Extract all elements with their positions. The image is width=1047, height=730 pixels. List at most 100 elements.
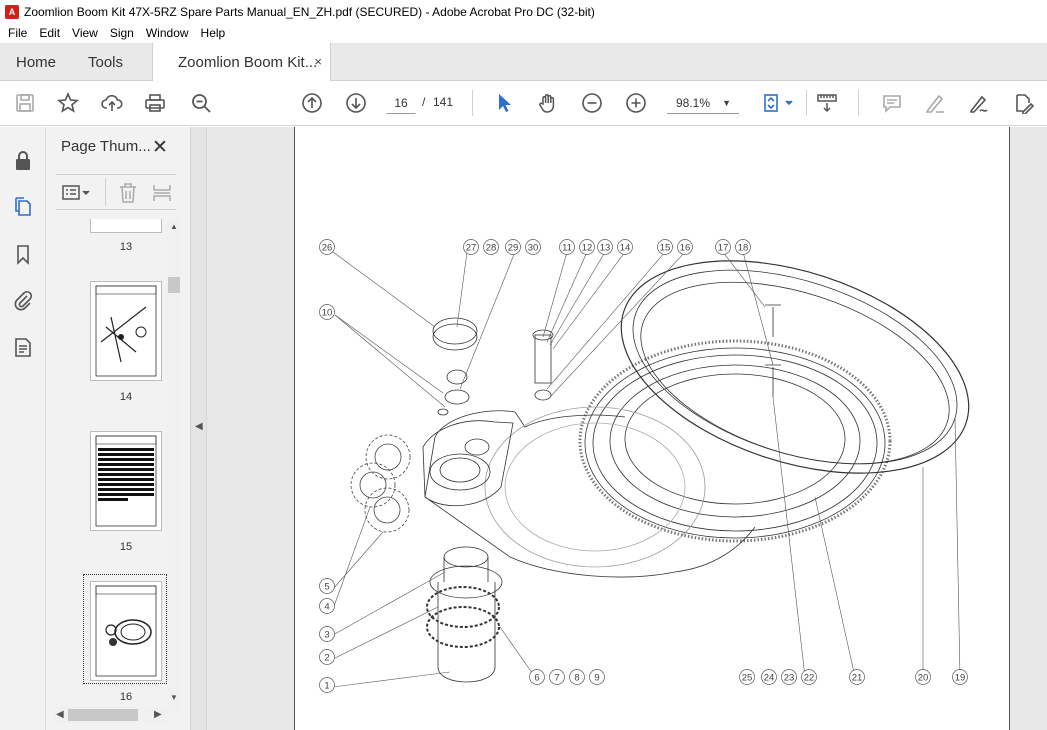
fit-page-icon[interactable]	[760, 90, 796, 116]
bookmark-star-icon[interactable]	[55, 90, 81, 116]
menu-window[interactable]: Window	[140, 26, 195, 40]
zoom-level-select[interactable]: 98.1% ▼	[667, 92, 739, 114]
svg-text:19: 19	[955, 673, 966, 684]
part-callout-18: 18	[735, 239, 751, 255]
part-callout-19: 19	[952, 669, 968, 685]
page-thumbnails-icon[interactable]	[10, 193, 36, 219]
svg-text:23: 23	[784, 673, 795, 684]
scroll-down-icon[interactable]: ▼	[170, 693, 178, 702]
previous-page-icon[interactable]	[299, 90, 325, 116]
tab-tools[interactable]: Tools	[88, 43, 123, 81]
search-zoom-icon[interactable]	[188, 90, 214, 116]
collapse-panel-icon[interactable]: ◀	[195, 421, 203, 432]
svg-text:30: 30	[528, 243, 539, 254]
attachment-icon[interactable]	[10, 287, 36, 313]
svg-text:21: 21	[852, 673, 863, 684]
scroll-mode-icon[interactable]	[814, 90, 840, 116]
svg-text:2: 2	[324, 653, 329, 664]
svg-text:22: 22	[804, 673, 815, 684]
toolbar-divider	[858, 90, 859, 116]
menu-view[interactable]: View	[66, 26, 104, 40]
part-callout-24: 24	[761, 669, 777, 685]
comment-icon[interactable]	[879, 90, 905, 116]
page-thumbnail-14[interactable]	[90, 281, 162, 381]
tab-bar: Home Tools Zoomlion Boom Kit... ×	[0, 43, 1047, 82]
svg-text:3: 3	[324, 630, 329, 641]
scroll-right-icon[interactable]: ▶	[154, 709, 162, 720]
part-callout-2: 2	[319, 649, 335, 665]
part-callout-13: 13	[597, 239, 613, 255]
part-callout-6: 6	[529, 669, 545, 685]
tab-document-label: Zoomlion Boom Kit...	[178, 54, 318, 71]
scroll-left-icon[interactable]: ◀	[56, 709, 64, 720]
panel-collapse-strip[interactable]: ◀	[190, 127, 207, 730]
svg-text:1: 1	[324, 681, 329, 692]
next-page-icon[interactable]	[343, 90, 369, 116]
hand-tool-icon[interactable]	[535, 90, 561, 116]
thumbnail-vertical-scrollbar[interactable]: ▲ ▼	[167, 219, 181, 711]
menu-sign[interactable]: Sign	[104, 26, 140, 40]
panel-title: Page Thum...	[61, 138, 151, 155]
zoom-in-icon[interactable]	[623, 90, 649, 116]
part-callout-9: 9	[589, 669, 605, 685]
highlight-pen-icon[interactable]	[922, 90, 948, 116]
print-icon[interactable]	[142, 90, 168, 116]
page-thumbnail-15[interactable]	[90, 431, 162, 531]
zoom-level-value: 98.1%	[676, 96, 711, 110]
menu-bar: File Edit View Sign Window Help	[0, 23, 1047, 43]
save-icon[interactable]	[12, 90, 38, 116]
tab-document[interactable]: Zoomlion Boom Kit... ×	[152, 43, 331, 82]
thumbnail-label: 16	[119, 691, 133, 703]
acrobat-app-icon: A	[5, 4, 19, 19]
navigation-rail	[0, 127, 46, 730]
close-panel-icon[interactable]: ✕	[152, 136, 168, 159]
page-thumbnail-13[interactable]	[90, 219, 162, 233]
part-callout-10: 10	[319, 304, 335, 320]
svg-text:27: 27	[466, 243, 477, 254]
zoom-out-icon[interactable]	[579, 90, 605, 116]
page-number-input[interactable]: 16	[386, 92, 416, 114]
thumbnail-horizontal-scrollbar[interactable]: ◀ ▶	[54, 707, 167, 723]
menu-edit[interactable]: Edit	[33, 26, 66, 40]
svg-text:14: 14	[620, 243, 631, 254]
thumbnail-label: 14	[119, 391, 133, 403]
part-callout-14: 14	[617, 239, 633, 255]
thumbnail-options-icon[interactable]	[62, 183, 94, 203]
document-viewer[interactable]: 26 27 28 29 30 11 12 13 14 15 16 17 18 10 5 4 3 2 1 6 7 8 9 25 2…	[207, 127, 1047, 730]
part-callout-11: 11	[559, 239, 575, 255]
svg-text:26: 26	[322, 243, 333, 254]
scroll-thumb[interactable]	[168, 277, 180, 293]
svg-text:15: 15	[660, 243, 671, 254]
toolbar-divider	[472, 90, 473, 116]
svg-text:5: 5	[324, 582, 329, 593]
svg-text:29: 29	[508, 243, 519, 254]
svg-text:4: 4	[324, 602, 329, 613]
tab-home[interactable]: Home	[16, 43, 56, 81]
extract-pages-icon[interactable]	[151, 182, 173, 204]
draw-sign-icon[interactable]	[966, 90, 992, 116]
bookmark-icon[interactable]	[10, 241, 36, 267]
toolbar: 16 / 141 98.1% ▼	[0, 81, 1047, 126]
delete-page-icon[interactable]	[117, 182, 139, 204]
menu-file[interactable]: File	[2, 26, 33, 40]
close-tab-icon[interactable]: ×	[314, 54, 322, 69]
part-callout-12: 12	[579, 239, 595, 255]
scroll-thumb[interactable]	[68, 709, 138, 721]
part-callout-30: 30	[525, 239, 541, 255]
menu-help[interactable]: Help	[195, 26, 232, 40]
part-callout-26: 26	[319, 239, 335, 255]
page-thumbnail-16[interactable]	[90, 581, 162, 681]
svg-text:16: 16	[680, 243, 691, 254]
toolbar-divider	[806, 90, 807, 116]
select-cursor-icon[interactable]	[491, 90, 517, 116]
lock-icon[interactable]	[10, 147, 36, 173]
upload-cloud-icon[interactable]	[99, 90, 125, 116]
svg-text:28: 28	[486, 243, 497, 254]
document-properties-icon[interactable]	[10, 334, 36, 360]
scroll-up-icon[interactable]: ▲	[170, 222, 178, 231]
edit-pdf-icon[interactable]	[1010, 90, 1036, 116]
page-separator: /	[422, 95, 426, 109]
part-callout-17: 17	[715, 239, 731, 255]
title-bar: A Zoomlion Boom Kit 47X-5RZ Spare Parts …	[0, 0, 1047, 23]
window-title: Zoomlion Boom Kit 47X-5RZ Spare Parts Ma…	[24, 4, 595, 19]
